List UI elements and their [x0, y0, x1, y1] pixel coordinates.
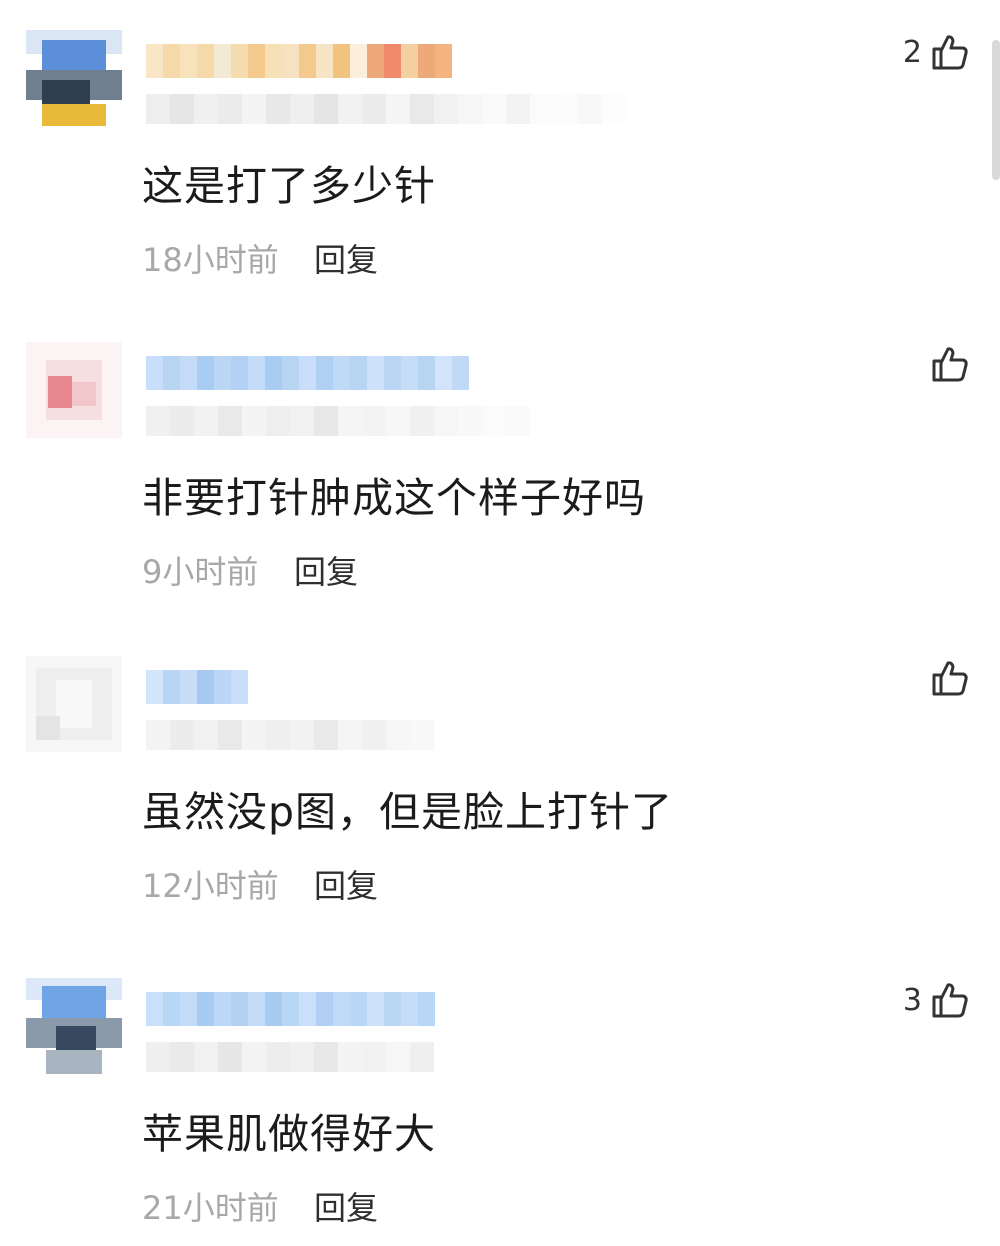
avatar[interactable]	[26, 342, 122, 438]
thumbs-up-icon	[930, 32, 970, 72]
user-meta-blurred	[146, 406, 530, 436]
like-button[interactable]	[922, 656, 970, 700]
like-button[interactable]: 3	[903, 978, 970, 1022]
comment-text: 苹果肌做得好大	[142, 1110, 436, 1158]
thumbs-up-icon	[930, 980, 970, 1020]
comment-time: 12小时前	[142, 867, 279, 905]
thumbs-up-icon	[930, 658, 970, 698]
username-blurred[interactable]	[146, 670, 248, 704]
reply-button[interactable]: 回复	[314, 864, 378, 908]
user-meta-blurred	[146, 94, 626, 124]
comment-time: 18小时前	[142, 241, 279, 279]
comment-time: 9小时前	[142, 553, 259, 591]
scrollbar[interactable]	[992, 40, 1000, 180]
reply-button[interactable]: 回复	[294, 550, 358, 594]
avatar[interactable]	[26, 30, 122, 126]
user-meta-blurred	[146, 1042, 434, 1072]
user-meta-blurred	[146, 720, 434, 750]
like-button[interactable]: 2	[903, 30, 970, 74]
reply-button[interactable]: 回复	[314, 238, 378, 282]
comment-text: 非要打针肿成这个样子好吗	[142, 474, 646, 522]
username-blurred[interactable]	[146, 992, 435, 1026]
like-count: 3	[902, 982, 922, 1018]
comment-text: 这是打了多少针	[142, 162, 436, 210]
username-blurred[interactable]	[146, 44, 452, 78]
avatar[interactable]	[26, 978, 122, 1074]
like-button[interactable]	[922, 342, 970, 386]
reply-button[interactable]: 回复	[314, 1186, 378, 1230]
comment-text: 虽然没p图，但是脸上打针了	[142, 788, 674, 836]
username-blurred[interactable]	[146, 356, 469, 390]
thumbs-up-icon	[930, 344, 970, 384]
like-count: 2	[902, 34, 922, 70]
comment-time: 21小时前	[142, 1189, 279, 1227]
avatar[interactable]	[26, 656, 122, 752]
